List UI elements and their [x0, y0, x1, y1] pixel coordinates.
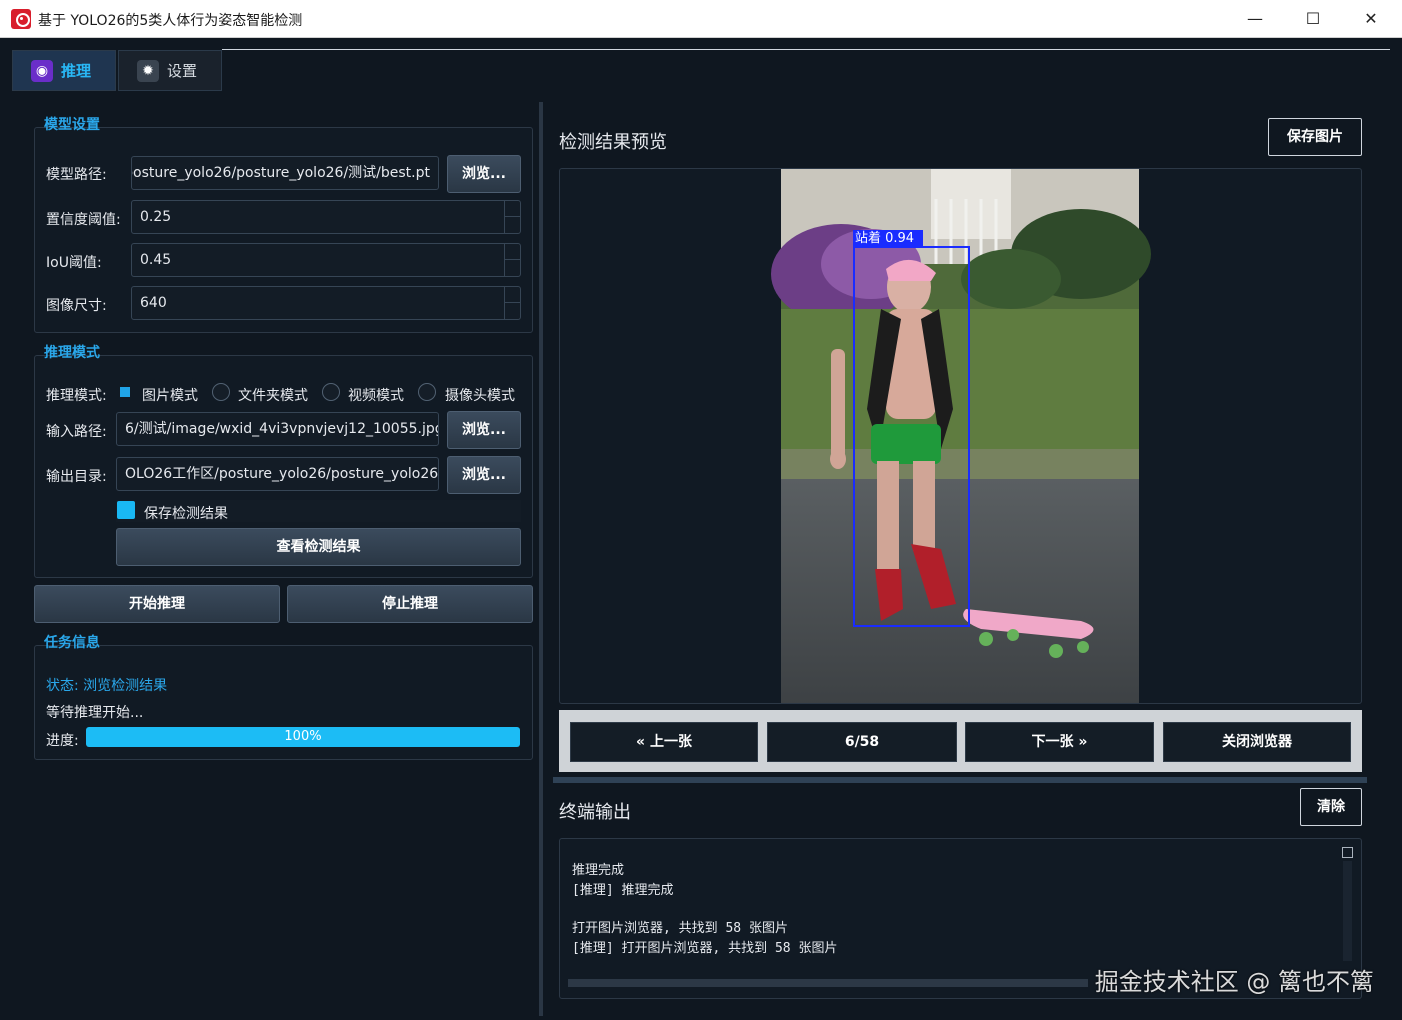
model-settings-title: 模型设置 [44, 117, 100, 133]
save-results-checkbox[interactable] [117, 501, 135, 519]
gear-icon: ✹ [137, 59, 159, 82]
image-size-spinbox[interactable]: 640 [131, 286, 521, 320]
image-counter: 6/58 [767, 722, 957, 762]
stop-inference-button[interactable]: 停止推理 [287, 585, 533, 623]
progress-label: 进度: [46, 733, 79, 749]
image-size-stepper[interactable] [504, 286, 521, 320]
horizontal-splitter[interactable] [553, 777, 1367, 783]
clear-terminal-button[interactable]: 清除 [1300, 788, 1362, 826]
model-path-label: 模型路径: [46, 167, 107, 183]
terminal-line: [推理] 打开图片浏览器, 共找到 58 张图片 [572, 941, 838, 956]
folder-mode-label[interactable]: 文件夹模式 [238, 385, 308, 405]
close-window-button[interactable]: ✕ [1342, 0, 1400, 38]
save-image-button[interactable]: 保存图片 [1268, 118, 1362, 156]
minimize-button[interactable]: — [1226, 0, 1284, 38]
watermark-text: 掘金技术社区 @ 篱也不篱 [1094, 968, 1374, 996]
window-title-bar: 基于 YOLO26的5类人体行为姿态智能检测 — ☐ ✕ [0, 0, 1402, 38]
preview-title: 检测结果预览 [559, 132, 667, 153]
radio-image-mode[interactable] [117, 383, 135, 401]
radio-folder-mode[interactable] [212, 383, 230, 401]
output-browse-button[interactable]: 浏览... [447, 456, 521, 494]
next-image-button[interactable]: 下一张 » [965, 722, 1154, 762]
brain-icon: ◉ [31, 59, 53, 82]
image-mode-label[interactable]: 图片模式 [142, 385, 198, 405]
window-title: 基于 YOLO26的5类人体行为姿态智能检测 [38, 13, 303, 29]
iou-label: IoU阈值: [46, 255, 102, 271]
inference-mode-title: 推理模式 [44, 345, 100, 361]
input-path-field[interactable]: 6/测试/image/wxid_4vi3vpnvjevj12_10055.jpg [116, 412, 439, 446]
view-results-button[interactable]: 查看检测结果 [116, 528, 521, 566]
iou-stepper[interactable] [504, 243, 521, 277]
model-path-input[interactable]: posture_yolo26/posture_yolo26/测试/best.pt [131, 156, 439, 190]
close-browser-button[interactable]: 关闭浏览器 [1163, 722, 1351, 762]
vertical-splitter[interactable] [539, 102, 543, 1016]
terminal-line: [推理] 推理完成 [572, 883, 674, 898]
horizontal-scrollbar[interactable] [568, 979, 1088, 987]
confidence-label: 置信度阈值: [46, 212, 121, 228]
input-browse-button[interactable]: 浏览... [447, 411, 521, 449]
vertical-scrollbar[interactable] [1343, 861, 1352, 961]
tab-settings[interactable]: ✹ 设置 [118, 50, 222, 91]
status-text: 状态: 浏览检测结果 [46, 678, 168, 694]
app-logo-icon [11, 9, 31, 29]
task-message: 等待推理开始... [46, 705, 144, 721]
tab-bar-divider [222, 49, 1390, 50]
maximize-button[interactable]: ☐ [1284, 0, 1342, 38]
camera-mode-label[interactable]: 摄像头模式 [445, 385, 515, 405]
detection-preview: 站着 0.94 [559, 168, 1362, 704]
task-info-title: 任务信息 [44, 635, 100, 651]
model-browse-button[interactable]: 浏览... [447, 155, 521, 193]
detection-image [771, 169, 1151, 703]
start-inference-button[interactable]: 开始推理 [34, 585, 280, 623]
radio-video-mode[interactable] [322, 383, 340, 401]
radio-camera-mode[interactable] [418, 383, 436, 401]
photo [771, 169, 1151, 703]
iou-spinbox[interactable]: 0.45 [131, 243, 521, 277]
tab-settings-label: 设置 [167, 62, 198, 80]
progress-bar: 100% [86, 727, 520, 747]
input-path-label: 输入路径: [46, 424, 107, 440]
scroll-up-icon[interactable] [1342, 847, 1353, 858]
output-dir-field[interactable]: OLO26工作区/posture_yolo26/posture_yolo26 [116, 457, 439, 491]
tab-inference-label: 推理 [61, 62, 92, 80]
image-size-label: 图像尺寸: [46, 298, 107, 314]
confidence-stepper[interactable] [504, 200, 521, 234]
mode-label: 推理模式: [46, 388, 107, 404]
tab-inference[interactable]: ◉ 推理 [12, 50, 116, 91]
terminal-line: 推理完成 [572, 863, 625, 878]
output-dir-label: 输出目录: [46, 469, 107, 485]
prev-image-button[interactable]: « 上一张 [570, 722, 758, 762]
detection-label: 站着 0.94 [855, 231, 915, 246]
terminal-title: 终端输出 [559, 802, 631, 823]
terminal-line: 打开图片浏览器, 共找到 58 张图片 [572, 921, 788, 936]
video-mode-label[interactable]: 视频模式 [348, 385, 404, 405]
save-results-label[interactable]: 保存检测结果 [144, 503, 228, 523]
confidence-spinbox[interactable]: 0.25 [131, 200, 521, 234]
